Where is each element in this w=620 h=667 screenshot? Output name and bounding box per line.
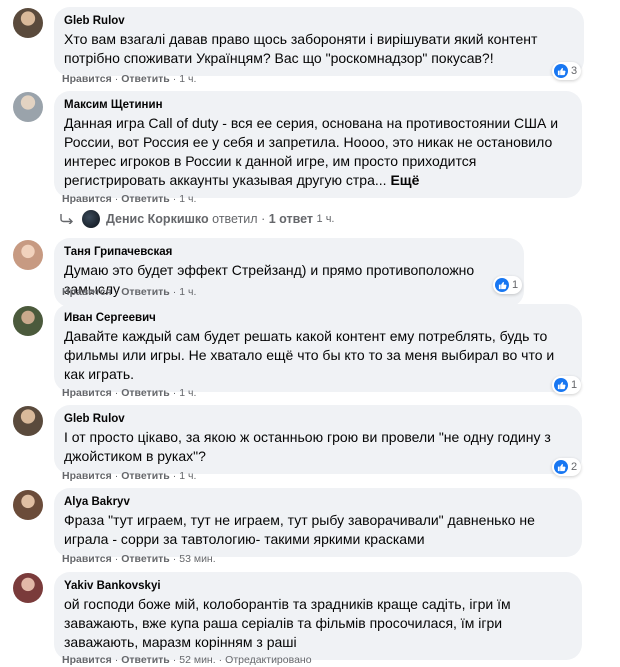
comment-author[interactable]: Gleb Rulov [64,412,572,426]
reactions-badge[interactable]: 2 [552,458,582,476]
like-button[interactable]: Нравится [62,654,112,666]
like-icon [495,278,509,292]
reply-count: 1 ответ [268,212,314,226]
see-more-link[interactable]: Ещё [390,172,419,188]
reply-button[interactable]: Ответить [121,654,170,666]
like-icon [554,378,568,392]
avatar[interactable] [13,8,43,38]
reactions-count: 2 [571,461,578,473]
view-replies-link[interactable]: Денис Коркишко ответил · 1 ответ 1 ч. [60,210,335,228]
comment-time[interactable]: 1 ч. [179,73,196,85]
comment-author[interactable]: Gleb Rulov [64,14,574,28]
reactions-badge[interactable]: 1 [493,276,523,294]
comment-actions: Нравится · Ответить · 1 ч. [62,73,197,85]
reply-button[interactable]: Ответить [121,286,170,298]
comment-bubble: Yakiv Bankovskyi ой господи боже мій, ко… [54,572,582,660]
like-button[interactable]: Нравится [62,193,112,205]
avatar[interactable] [13,240,43,270]
comment-text: Фраза "тут играем, тут не играем, тут ры… [64,512,535,547]
comment-bubble: Gleb Rulov І от просто цікаво, за якою ж… [54,405,582,474]
reply-arrow-icon [60,214,73,224]
comment-actions: Нравится · Ответить · 52 мин. · Отредактирован… [62,654,312,666]
like-button[interactable]: Нравится [62,73,112,85]
like-button[interactable]: Нравится [62,470,112,482]
comment-author[interactable]: Таня Грипачевская [64,245,514,259]
comment-bubble: Gleb Rulov Хто вам взагалі давав право щ… [54,7,584,76]
comment-actions: Нравится · Ответить · 1 ч. [62,470,197,482]
reply-time: 1 ч. [316,213,335,225]
comment-author[interactable]: Иван Сергеевич [64,311,572,325]
comment-time[interactable]: 1 ч. [179,470,196,482]
reactions-count: 1 [571,379,578,391]
reply-button[interactable]: Ответить [121,553,170,565]
reply-author: Денис Коркишко [106,212,209,226]
comment-time[interactable]: 52 мин. [179,654,215,666]
comment-time[interactable]: 1 ч. [179,387,196,399]
like-button[interactable]: Нравится [62,286,112,298]
reply-button[interactable]: Ответить [121,193,170,205]
comment-time[interactable]: 1 ч. [179,286,196,298]
comment-actions: Нравится · Ответить · 1 ч. [62,387,197,399]
comment-text: ой господи боже мій, колоборантів та зра… [64,596,511,650]
comment-text: Хто вам взагалі давав право щось заборон… [64,31,538,66]
comment-author[interactable]: Yakiv Bankovskyi [64,579,572,593]
comment-text: І от просто цікаво, за якою ж останньою … [64,429,551,464]
avatar[interactable] [13,306,43,336]
like-icon [554,64,568,78]
like-button[interactable]: Нравится [62,387,112,399]
comment-time[interactable]: 53 мин. [179,553,215,565]
comment-bubble: Иван Сергеевич Давайте каждый сам будет … [54,304,582,392]
reactions-badge[interactable]: 1 [552,376,582,394]
comment-bubble: Максим Щетинин Данная игра Call of duty … [54,91,582,198]
reactions-count: 1 [512,279,519,291]
comment-bubble: Alya Bakryv Фраза "тут играем, тут не иг… [54,488,582,557]
comment-actions: Нравится · Ответить · 1 ч. [62,193,197,205]
reactions-badge[interactable]: 3 [552,62,582,80]
comment-author[interactable]: Alya Bakryv [64,495,572,509]
avatar[interactable] [13,406,43,436]
like-button[interactable]: Нравится [62,553,112,565]
comment-actions: Нравится · Ответить · 1 ч. [62,286,197,298]
avatar[interactable] [13,92,43,122]
avatar[interactable] [13,573,43,603]
comment-actions: Нравится · Ответить · 53 мин. [62,553,216,565]
comment-time[interactable]: 1 ч. [179,193,196,205]
like-icon [554,460,568,474]
comment-text: Данная игра Call of duty - вся ее серия,… [64,115,559,188]
reply-button[interactable]: Ответить [121,73,170,85]
reply-button[interactable]: Ответить [121,387,170,399]
comment-text: Давайте каждый сам будет решать какой ко… [64,328,555,382]
reactions-count: 3 [571,65,578,77]
avatar[interactable] [13,490,43,520]
comment-author[interactable]: Максим Щетинин [64,98,572,112]
reply-button[interactable]: Ответить [121,470,170,482]
avatar [82,210,100,228]
edited-label: Отредактировано [225,654,312,666]
